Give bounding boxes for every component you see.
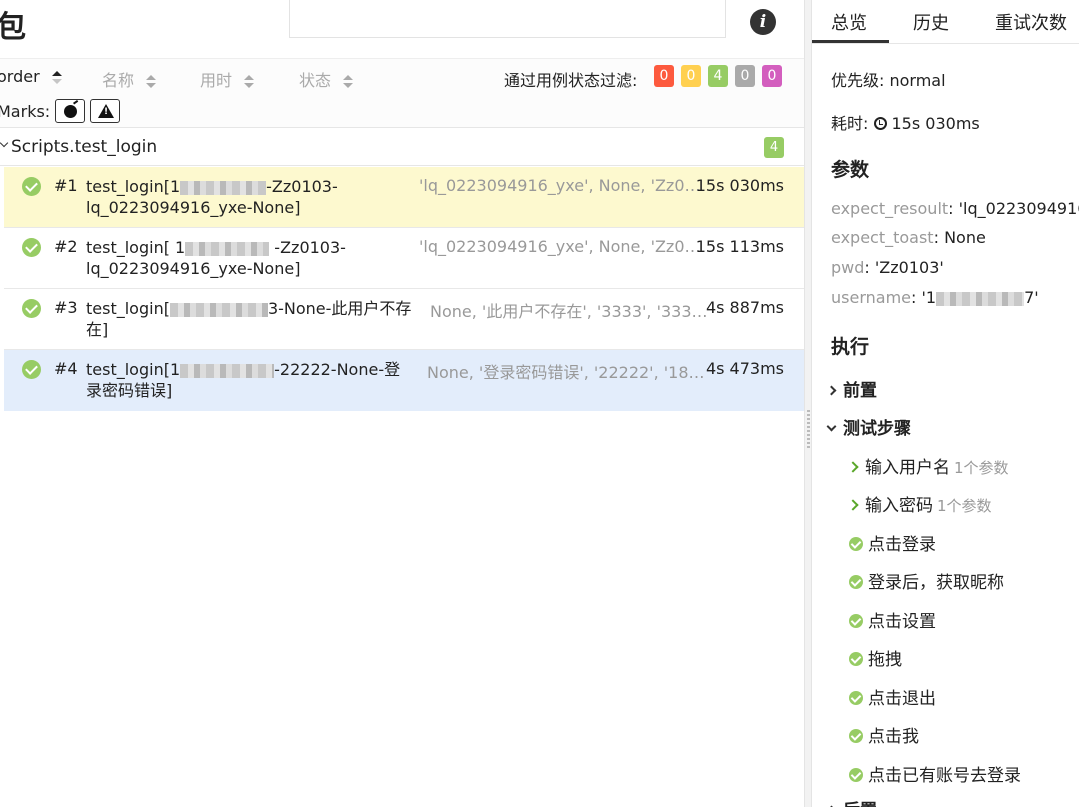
step-item[interactable]: 输入密码 1个参数 — [847, 491, 992, 516]
execution-title: 执行 — [831, 336, 870, 358]
step-item[interactable]: 输入用户名 1个参数 — [847, 453, 1009, 478]
test-row[interactable]: #2 test_login[ 1 -Zz0103- lq_0223094916_… — [4, 228, 804, 289]
sort-arrows-icon — [343, 74, 354, 89]
teardown-section[interactable]: 后置 — [826, 796, 877, 807]
sort-status-label: 状态 — [299, 71, 332, 90]
passed-icon — [849, 614, 863, 628]
test-number: #3 — [54, 298, 78, 317]
passed-icon — [849, 652, 863, 666]
passed-icon — [849, 691, 863, 705]
test-duration: 4s 887ms — [705, 298, 784, 317]
sort-arrows-icon — [146, 74, 157, 89]
passed-icon — [849, 729, 863, 743]
mark-flaky-button[interactable] — [55, 99, 85, 123]
step-item[interactable]: 点击设置 — [849, 607, 936, 632]
test-duration: 15s 030ms — [695, 176, 784, 195]
sort-by-status[interactable]: 状态 — [299, 67, 354, 91]
test-steps-section[interactable]: 测试步骤 — [826, 414, 911, 439]
test-params: 'lq_0223094916_yxe', None, 'Zz0… — [419, 237, 701, 256]
pane-resize-handle[interactable] — [804, 0, 812, 807]
passed-icon — [22, 177, 41, 196]
redacted-text — [180, 363, 275, 378]
chevron-right-icon — [847, 499, 859, 511]
chevron-right-icon — [847, 461, 859, 473]
test-name: test_login[1 -22222-None-登 录密码错误] — [86, 360, 401, 400]
test-number: #1 — [54, 176, 78, 195]
info-icon[interactable]: i — [750, 9, 776, 35]
tab-history[interactable]: 历史 — [913, 9, 949, 35]
sort-arrows-icon — [51, 70, 62, 85]
param-row: expect_resoult: 'lq_0223094916_ — [831, 199, 1079, 218]
step-item[interactable]: 点击已有账号去登录 — [849, 761, 1021, 786]
passed-icon — [849, 575, 863, 589]
clock-icon — [873, 117, 887, 130]
step-item[interactable]: 点击我 — [849, 722, 919, 747]
test-row[interactable]: #3 test_login[3-None-此用户不存 在] None, '此用户… — [4, 289, 804, 350]
test-details-pane: 总览 历史 重试次数 优先级: normal 耗时: 15s 030ms 参数 … — [812, 0, 1079, 807]
test-name: test_login[ 1 -Zz0103- lq_0223094916_yxe… — [86, 238, 346, 278]
passed-icon — [849, 768, 863, 782]
step-item[interactable]: 拖拽 — [849, 645, 902, 670]
param-row: username: '1 7' — [831, 288, 1039, 307]
sort-duration-label: 用时 — [200, 71, 233, 90]
redacted-text — [169, 302, 268, 317]
filter-broken-counter[interactable]: 0 — [681, 65, 701, 87]
filter-passed-counter[interactable]: 4 — [708, 65, 728, 87]
group-count-badge: 4 — [764, 137, 784, 158]
test-duration: 4s 473ms — [705, 359, 784, 378]
sort-name-label: 名称 — [102, 71, 135, 90]
group-name: Scripts.test_login — [11, 137, 158, 157]
test-number: #2 — [54, 237, 78, 256]
test-row[interactable]: #4 test_login[1 -22222-None-登 录密码错误] None… — [4, 350, 804, 411]
severity-label: 优先级: normal — [831, 71, 946, 90]
test-row[interactable]: #1 test_login[1 -Zz0103- lq_0223094916_yx… — [4, 167, 804, 228]
test-params: None, '登录密码错误', '22222', '18… — [427, 363, 705, 382]
filter-failed-counter[interactable]: 0 — [654, 65, 674, 87]
search-input[interactable] — [289, 0, 726, 38]
passed-icon — [22, 299, 41, 318]
step-item[interactable]: 登录后，获取昵称 — [849, 568, 1004, 593]
test-name: test_login[1 -Zz0103- lq_0223094916_yxe-N… — [86, 177, 338, 217]
parameters-title: 参数 — [831, 159, 870, 181]
passed-icon — [22, 360, 41, 379]
test-list-pane: 包 i order 名称 用时 状态 通过用例状态过滤: 0 0 4 0 0 M… — [0, 0, 804, 807]
tabs-divider — [812, 43, 1079, 44]
duration-info: 耗时: 15s 030ms — [831, 114, 980, 133]
test-params: 'lq_0223094916_yxe', None, 'Zz0… — [419, 176, 701, 195]
redacted-text — [936, 291, 1025, 306]
marks-label: Marks: — [0, 102, 51, 121]
redacted-text — [180, 180, 267, 195]
passed-icon — [22, 238, 41, 257]
chevron-down-icon — [0, 138, 9, 148]
sort-by-name[interactable]: 名称 — [102, 67, 157, 91]
filter-skipped-counter[interactable]: 0 — [735, 65, 755, 87]
status-filter-label: 通过用例状态过滤: — [504, 71, 638, 90]
chevron-right-icon — [826, 385, 837, 396]
sort-by-order[interactable]: order — [0, 67, 62, 86]
setup-section[interactable]: 前置 — [826, 376, 877, 401]
mark-new-failed-button[interactable]: ! — [90, 99, 120, 123]
test-group-header[interactable]: Scripts.test_login 4 — [0, 128, 804, 166]
chevron-down-icon — [826, 421, 837, 432]
sort-order-label: order — [0, 67, 40, 86]
bomb-icon — [64, 105, 77, 118]
test-number: #4 — [54, 359, 78, 378]
sort-filter-bar: order 名称 用时 状态 通过用例状态过滤: 0 0 4 0 0 Marks… — [0, 58, 804, 128]
test-duration: 15s 113ms — [695, 237, 784, 256]
step-item[interactable]: 点击退出 — [849, 684, 936, 709]
tab-retries[interactable]: 重试次数 — [995, 9, 1067, 35]
test-name: test_login[3-None-此用户不存 在] — [86, 299, 412, 339]
redacted-text — [185, 241, 270, 256]
step-item[interactable]: 点击登录 — [849, 530, 936, 555]
drag-grip-icon — [807, 410, 810, 450]
sort-by-duration[interactable]: 用时 — [200, 67, 255, 91]
sort-arrows-icon — [244, 74, 255, 89]
tab-overview[interactable]: 总览 — [831, 9, 867, 35]
param-row: expect_toast: None — [831, 228, 986, 247]
page-title: 包 — [0, 10, 27, 45]
param-row: pwd: 'Zz0103' — [831, 258, 944, 277]
test-params: None, '此用户不存在', '3333', '333… — [430, 302, 708, 321]
filter-unknown-counter[interactable]: 0 — [762, 65, 782, 87]
passed-icon — [849, 537, 863, 551]
